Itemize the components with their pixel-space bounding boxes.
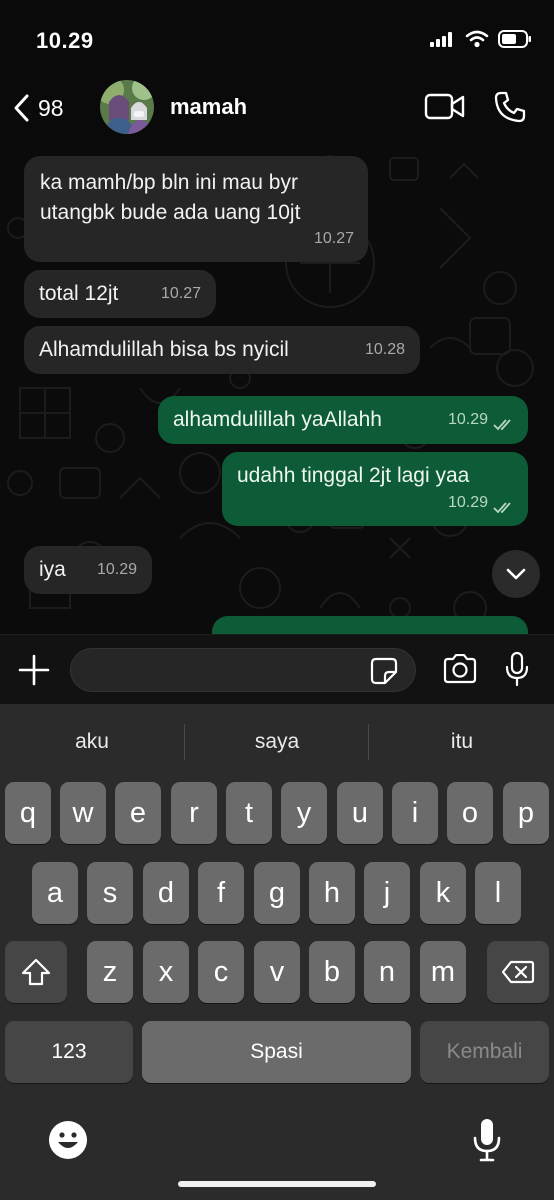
chevron-down-icon <box>506 568 526 580</box>
signal-icon <box>430 32 452 47</box>
message-time: 10.28 <box>364 341 405 358</box>
back-button[interactable]: 98 <box>12 88 64 128</box>
message-text: ka mamh/bp bln ini mau byr <box>40 171 298 194</box>
key-v[interactable]: v <box>254 941 300 1003</box>
message-bubble[interactable]: ka mamh/bp bln ini mau byr utangbk bude … <box>24 156 368 262</box>
key-n[interactable]: n <box>364 941 410 1003</box>
home-indicator[interactable] <box>178 1181 376 1187</box>
emoji-icon <box>49 1121 87 1159</box>
key-b[interactable]: b <box>309 941 355 1003</box>
avatar[interactable] <box>100 80 154 134</box>
key-g[interactable]: g <box>254 862 300 924</box>
avatar-photo <box>100 80 154 134</box>
key-a[interactable]: a <box>32 862 78 924</box>
battery-icon <box>498 30 531 48</box>
message-text: Alhamdulillah bisa bs nyicil <box>39 338 289 361</box>
message-time: 10.29 <box>96 561 137 578</box>
status-time: 10.29 <box>36 28 94 53</box>
key-m[interactable]: m <box>420 941 466 1003</box>
space-key[interactable]: Spasi <box>142 1021 411 1083</box>
voice-message-button[interactable] <box>504 651 530 692</box>
key-s[interactable]: s <box>87 862 133 924</box>
message-time: 10.29 <box>447 411 488 428</box>
wifi-icon <box>465 30 489 48</box>
status-bar: 10.29 <box>0 0 554 80</box>
plus-icon <box>18 654 50 686</box>
chat-area[interactable]: ka mamh/bp bln ini mau byr utangbk bude … <box>0 138 554 634</box>
message-bubble[interactable]: udahh tinggal 2jt lagi yaa 10.29 <box>222 452 528 526</box>
read-ticks-icon <box>493 419 511 431</box>
camera-icon <box>443 653 477 684</box>
message-bubble[interactable]: total 12jt 10.27 <box>24 270 216 318</box>
numbers-key[interactable]: 123 <box>5 1021 133 1083</box>
key-z[interactable]: z <box>87 941 133 1003</box>
key-d[interactable]: d <box>143 862 189 924</box>
phone-icon <box>494 91 526 123</box>
chat-header: 98 mamah <box>0 80 554 138</box>
key-x[interactable]: x <box>143 941 189 1003</box>
video-call-button[interactable] <box>424 92 466 127</box>
unread-count: 98 <box>38 94 64 121</box>
key-c[interactable]: c <box>198 941 244 1003</box>
message-input[interactable] <box>70 648 416 692</box>
message-time: 10.27 <box>313 230 354 247</box>
return-key[interactable]: Kembali <box>420 1021 549 1083</box>
sticker-icon <box>370 657 398 685</box>
message-bubble-partial[interactable] <box>212 616 528 634</box>
key-y[interactable]: y <box>281 782 327 844</box>
video-call-icon <box>424 93 465 120</box>
mic-icon <box>505 651 529 687</box>
attach-button[interactable] <box>18 654 50 691</box>
key-u[interactable]: u <box>337 782 383 844</box>
message-time: 10.29 <box>447 494 488 511</box>
backspace-icon <box>501 960 535 984</box>
suggestion-divider <box>184 724 185 760</box>
key-k[interactable]: k <box>420 862 466 924</box>
message-text: udahh tinggal 2jt lagi yaa <box>237 464 470 487</box>
sticker-button[interactable] <box>370 657 398 690</box>
contact-name[interactable]: mamah <box>170 94 247 120</box>
message-bubble[interactable]: iya 10.29 <box>24 546 152 594</box>
message-bubble[interactable]: alhamdulillah yaAllahh 10.29 <box>158 396 528 444</box>
message-bubble[interactable]: Alhamdulillah bisa bs nyicil 10.28 <box>24 326 420 374</box>
key-o[interactable]: o <box>447 782 493 844</box>
voice-call-button[interactable] <box>493 90 527 129</box>
key-h[interactable]: h <box>309 862 355 924</box>
suggestion-divider <box>368 724 369 760</box>
back-chevron-icon <box>14 94 29 122</box>
key-e[interactable]: e <box>115 782 161 844</box>
key-p[interactable]: p <box>503 782 549 844</box>
key-t[interactable]: t <box>226 782 272 844</box>
scroll-to-bottom-button[interactable] <box>492 550 540 598</box>
key-q[interactable]: q <box>5 782 51 844</box>
emoji-button[interactable] <box>48 1120 88 1165</box>
read-ticks-icon <box>493 502 511 514</box>
dictation-mic-icon <box>473 1119 501 1162</box>
key-r[interactable]: r <box>171 782 217 844</box>
shift-key[interactable] <box>5 941 67 1003</box>
message-input-bar <box>0 634 554 704</box>
suggestion-1[interactable]: aku <box>2 730 182 754</box>
dictation-button[interactable] <box>472 1118 502 1167</box>
backspace-key[interactable] <box>487 941 549 1003</box>
key-j[interactable]: j <box>364 862 410 924</box>
key-l[interactable]: l <box>475 862 521 924</box>
key-w[interactable]: w <box>60 782 106 844</box>
status-icons <box>430 30 532 48</box>
suggestion-2[interactable]: saya <box>187 730 367 754</box>
camera-button[interactable] <box>442 653 478 689</box>
message-text: utangbk bude ada uang 10jt <box>40 201 301 224</box>
keyboard: aku saya itu q w e r t y u i o p a s d f… <box>0 704 554 1200</box>
message-time: 10.27 <box>160 285 201 302</box>
key-i[interactable]: i <box>392 782 438 844</box>
suggestion-3[interactable]: itu <box>372 730 552 754</box>
shift-icon <box>21 958 51 986</box>
key-f[interactable]: f <box>198 862 244 924</box>
